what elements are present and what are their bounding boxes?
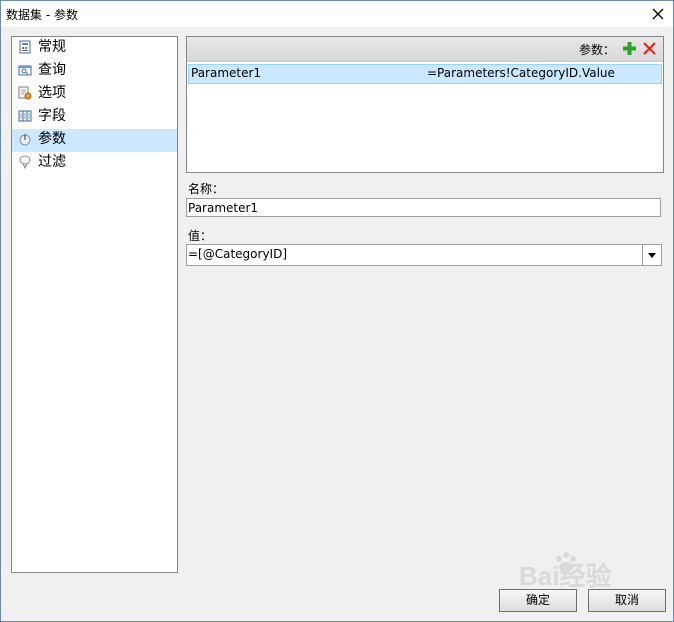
table-row[interactable]: Parameter1 =Parameters!CategoryID.Value	[188, 64, 662, 84]
parameters-icon	[18, 132, 32, 146]
value-label: 值：	[188, 229, 213, 243]
ok-button[interactable]: 确定	[499, 589, 577, 612]
query-icon	[18, 63, 32, 77]
name-field[interactable]: Parameter1	[186, 198, 661, 217]
window-title: 数据集 - 参数	[6, 8, 78, 22]
close-icon[interactable]	[643, 1, 673, 27]
parameters-label: 参数：	[578, 43, 615, 57]
add-icon[interactable]	[622, 41, 637, 56]
general-icon	[18, 40, 32, 54]
value-combobox[interactable]: =[@CategoryID]	[186, 244, 662, 266]
value-field[interactable]: =[@CategoryID]	[188, 247, 287, 261]
parameter-name-cell: Parameter1	[191, 66, 262, 80]
sidebar-item-options[interactable]: 选项	[12, 83, 177, 106]
parameter-value-cell: =Parameters!CategoryID.Value	[427, 66, 615, 80]
title-bar: 数据集 - 参数	[1, 1, 673, 27]
svg-text:Bai经验: Bai经验	[519, 561, 611, 589]
delete-icon[interactable]	[642, 41, 657, 56]
sidebar-item-fields[interactable]: 字段	[12, 106, 177, 129]
sidebar-item-label: 选项	[38, 85, 66, 101]
dialog-window: 数据集 - 参数 常规 查询 选项 字段 参数 过滤 参数： Parameter…	[0, 0, 674, 622]
sidebar-item-label: 字段	[38, 108, 66, 124]
chevron-down-icon[interactable]	[642, 245, 661, 265]
sidebar: 常规 查询 选项 字段 参数 过滤	[11, 36, 178, 573]
sidebar-item-label: 参数	[38, 131, 66, 147]
fields-icon	[18, 109, 32, 123]
sidebar-item-label: 过滤	[38, 154, 66, 170]
cancel-button[interactable]: 取消	[588, 589, 666, 612]
name-label: 名称：	[188, 182, 225, 196]
sidebar-item-query[interactable]: 查询	[12, 60, 177, 83]
parameters-header: 参数：	[187, 37, 663, 62]
options-icon	[18, 86, 32, 100]
sidebar-item-label: 常规	[38, 39, 66, 55]
sidebar-item-parameters[interactable]: 参数	[12, 129, 177, 152]
watermark-logo: Bai经验	[519, 552, 611, 589]
sidebar-item-filter[interactable]: 过滤	[12, 152, 177, 175]
sidebar-item-general[interactable]: 常规	[12, 37, 177, 60]
filter-icon	[18, 155, 32, 170]
parameters-panel: 参数： Parameter1 =Parameters!CategoryID.Va…	[186, 36, 664, 173]
sidebar-item-label: 查询	[38, 62, 66, 78]
